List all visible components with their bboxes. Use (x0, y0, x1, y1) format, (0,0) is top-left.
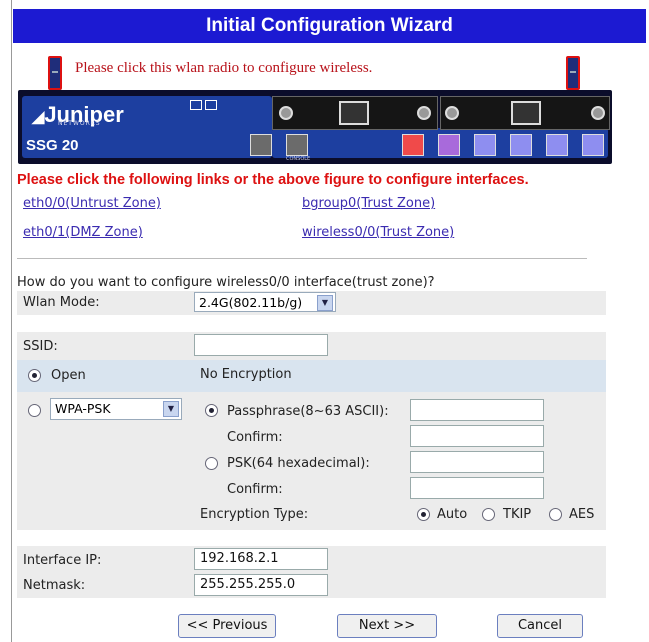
expansion-slot-right[interactable] (440, 96, 610, 130)
port-eth0-4[interactable] (546, 134, 568, 156)
page-title: Initial Configuration Wizard (13, 9, 646, 43)
wlan-mode-label: Wlan Mode: (23, 295, 100, 310)
encryption-type-label: Encryption Type: (200, 507, 309, 522)
encryption-aes-label: AES (569, 507, 595, 522)
link-eth0-1[interactable]: eth0/1(DMZ Zone) (23, 225, 143, 240)
chevron-down-icon: ▼ (163, 401, 179, 417)
next-button[interactable]: Next >> (337, 614, 437, 638)
open-security-row (17, 360, 606, 392)
port-eth0-1[interactable] (438, 134, 460, 156)
port-eth0-2[interactable] (474, 134, 496, 156)
ssid-input[interactable] (194, 334, 328, 356)
psk-label: PSK(64 hexadecimal): (227, 456, 370, 471)
form-question: How do you want to configure wireless0/0… (17, 275, 435, 290)
interfaces-heading: Please click the following links or the … (17, 172, 529, 188)
link-wireless0-0[interactable]: wireless0/0(Trust Zone) (302, 225, 454, 240)
wlan-mode-value: 2.4G(802.11b/g) (199, 295, 303, 310)
interface-ip-label: Interface IP: (23, 553, 102, 568)
ssid-label: SSID: (23, 339, 58, 354)
screw-icon (445, 106, 459, 120)
passphrase-confirm-input[interactable] (410, 425, 544, 447)
psk-confirm-label: Confirm: (227, 482, 283, 497)
brand-sub: NETWORKS (58, 120, 101, 127)
interface-ip-input[interactable]: 192.168.2.1 (194, 548, 328, 570)
passphrase-confirm-label: Confirm: (227, 430, 283, 445)
screw-icon (591, 106, 605, 120)
radio-psk-hex[interactable] (205, 457, 218, 470)
console-label: CONSOLE (286, 156, 311, 162)
chevron-down-icon: ▼ (317, 295, 333, 311)
page-left-border (11, 0, 12, 642)
status-led-icon (205, 100, 217, 110)
screw-icon (417, 106, 431, 120)
passphrase-label: Passphrase(8~63 ASCII): (227, 404, 389, 419)
wlan-prompt: Please click this wlan radio to configur… (75, 60, 373, 76)
wlan-radio-right[interactable] (566, 56, 580, 90)
status-led-icon (190, 100, 202, 110)
security-mode-select[interactable]: WPA-PSK ▼ (50, 398, 182, 420)
slot-port-icon (511, 101, 541, 125)
radio-encryption-auto[interactable] (417, 508, 430, 521)
link-eth0-0[interactable]: eth0/0(Untrust Zone) (23, 196, 161, 211)
wlan-radio-left[interactable] (48, 56, 62, 90)
port-eth0-0[interactable] (402, 134, 424, 156)
no-encryption-label: No Encryption (200, 367, 292, 382)
netmask-label: Netmask: (23, 578, 86, 593)
radio-encryption-tkip[interactable] (482, 508, 495, 521)
psk-confirm-input[interactable] (410, 477, 544, 499)
security-mode-value: WPA-PSK (55, 401, 111, 416)
radio-wpa-psk[interactable] (28, 404, 41, 417)
radio-encryption-aes[interactable] (549, 508, 562, 521)
open-label: Open (51, 368, 86, 383)
device-model: SSG 20 (26, 137, 79, 154)
screw-icon (279, 106, 293, 120)
passphrase-input[interactable] (410, 399, 544, 421)
encryption-auto-label: Auto (437, 507, 468, 522)
console-port-icon[interactable] (286, 134, 308, 156)
cancel-button[interactable]: Cancel (497, 614, 583, 638)
expansion-slot-left[interactable] (272, 96, 438, 130)
ethernet-port-icon[interactable] (250, 134, 272, 156)
radio-open[interactable] (28, 369, 41, 382)
slot-port-icon (339, 101, 369, 125)
encryption-tkip-label: TKIP (503, 507, 532, 522)
device-front-panel[interactable]: ◢Juniper NETWORKS SSG 20 CONSOLE (18, 90, 612, 164)
port-eth0-5[interactable] (582, 134, 604, 156)
port-eth0-3[interactable] (510, 134, 532, 156)
link-bgroup0[interactable]: bgroup0(Trust Zone) (302, 196, 435, 211)
previous-button[interactable]: << Previous (178, 614, 276, 638)
psk-input[interactable] (410, 451, 544, 473)
radio-passphrase[interactable] (205, 404, 218, 417)
netmask-input[interactable]: 255.255.255.0 (194, 574, 328, 596)
divider (17, 258, 587, 259)
wlan-mode-select[interactable]: 2.4G(802.11b/g) ▼ (194, 292, 336, 312)
